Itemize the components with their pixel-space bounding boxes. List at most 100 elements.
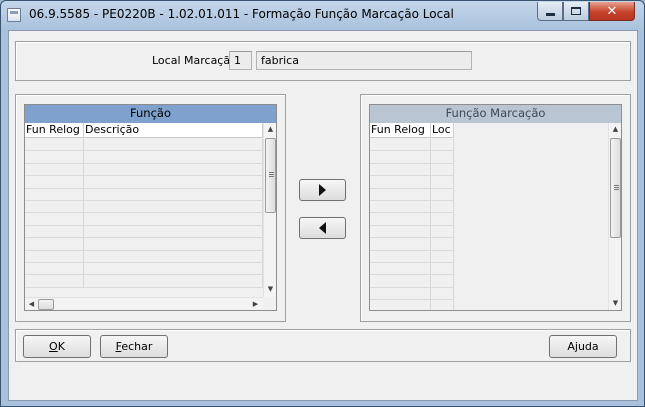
table-cell[interactable] xyxy=(431,250,454,262)
table-cell[interactable] xyxy=(84,176,263,188)
table-cell[interactable] xyxy=(431,188,454,200)
table-cell[interactable] xyxy=(84,213,263,225)
table-cell[interactable] xyxy=(84,200,263,213)
table-cell[interactable] xyxy=(431,287,454,300)
scroll-thumb[interactable] xyxy=(610,138,621,238)
table-cell[interactable] xyxy=(431,176,454,188)
scroll-up-icon[interactable]: ▲ xyxy=(609,123,621,136)
table-row[interactable] xyxy=(370,262,454,276)
table-row[interactable] xyxy=(370,188,454,201)
table-cell[interactable] xyxy=(431,151,454,163)
table-row[interactable] xyxy=(25,151,263,164)
table-row[interactable] xyxy=(25,139,263,152)
table-cell[interactable] xyxy=(84,225,263,238)
table-row[interactable] xyxy=(370,225,454,239)
table-cell[interactable] xyxy=(370,275,431,287)
table-cell[interactable] xyxy=(431,200,454,213)
ok-button[interactable]: OK xyxy=(23,335,91,358)
title-bar[interactable]: 06.9.5585 - PE0220B - 1.02.01.011 - Form… xyxy=(1,1,644,29)
table-row[interactable] xyxy=(370,151,454,164)
column-header-fun-relog[interactable]: Fun Relog xyxy=(25,123,84,138)
funcao-horizontal-scrollbar[interactable]: ◀ ▶ xyxy=(25,297,263,310)
table-cell[interactable] xyxy=(25,262,84,275)
table-cell[interactable] xyxy=(84,139,263,151)
table-cell[interactable] xyxy=(84,250,263,262)
table-cell[interactable] xyxy=(431,238,454,250)
table-cell[interactable] xyxy=(431,275,454,287)
table-row[interactable] xyxy=(25,262,263,276)
minimize-button[interactable] xyxy=(537,2,563,21)
table-cell[interactable] xyxy=(370,225,431,238)
funcao-vertical-scrollbar[interactable]: ▲ ▼ xyxy=(263,123,276,297)
table-cell[interactable] xyxy=(431,300,454,310)
table-cell[interactable] xyxy=(370,163,431,176)
table-cell[interactable] xyxy=(370,287,431,300)
table-cell[interactable] xyxy=(25,238,84,250)
table-row[interactable] xyxy=(370,275,454,288)
table-row[interactable] xyxy=(370,213,454,226)
close-button[interactable]: ✕ xyxy=(589,2,635,21)
table-cell[interactable] xyxy=(25,139,84,151)
table-cell[interactable] xyxy=(431,225,454,238)
table-row[interactable] xyxy=(25,238,263,251)
column-header-loc[interactable]: Loc xyxy=(431,123,454,138)
table-cell[interactable] xyxy=(370,176,431,188)
table-row[interactable] xyxy=(370,300,454,310)
table-row[interactable] xyxy=(25,188,263,201)
table-cell[interactable] xyxy=(84,151,263,163)
local-description-field[interactable]: fabrica xyxy=(256,51,472,70)
table-row[interactable] xyxy=(25,163,263,177)
table-row[interactable] xyxy=(370,250,454,263)
table-cell[interactable] xyxy=(370,188,431,200)
scroll-right-icon[interactable]: ▶ xyxy=(249,298,262,310)
funcao-marcacao-vertical-scrollbar[interactable]: ▲ ▼ xyxy=(608,123,621,310)
table-cell[interactable] xyxy=(25,151,84,163)
column-header-fun-relog[interactable]: Fun Relog xyxy=(370,123,431,138)
table-cell[interactable] xyxy=(25,188,84,200)
table-row[interactable] xyxy=(370,163,454,177)
table-cell[interactable] xyxy=(370,300,431,310)
table-cell[interactable] xyxy=(25,176,84,188)
table-row[interactable] xyxy=(370,238,454,251)
table-cell[interactable] xyxy=(84,262,263,275)
table-cell[interactable] xyxy=(370,200,431,213)
table-row[interactable] xyxy=(25,250,263,263)
local-code-field[interactable]: 1 xyxy=(229,51,252,70)
ajuda-button[interactable]: Ajuda xyxy=(549,335,617,358)
table-cell[interactable] xyxy=(431,139,454,151)
table-row[interactable] xyxy=(370,287,454,301)
table-row[interactable] xyxy=(25,275,263,288)
table-cell[interactable] xyxy=(25,163,84,176)
table-row[interactable] xyxy=(370,139,454,152)
table-cell[interactable] xyxy=(370,139,431,151)
scroll-down-icon[interactable]: ▼ xyxy=(609,297,621,310)
table-cell[interactable] xyxy=(25,225,84,238)
column-header-descricao[interactable]: Descrição xyxy=(84,123,263,138)
window-icon[interactable] xyxy=(7,8,21,22)
table-cell[interactable] xyxy=(25,200,84,213)
table-cell[interactable] xyxy=(370,262,431,275)
funcao-marcacao-grid[interactable]: Função Marcação Fun Relog Loc ▲ ▼ xyxy=(369,104,622,311)
table-cell[interactable] xyxy=(84,275,263,287)
scroll-thumb[interactable] xyxy=(38,299,54,310)
maximize-button[interactable] xyxy=(563,2,589,21)
remove-funcao-button[interactable] xyxy=(299,217,346,239)
table-cell[interactable] xyxy=(431,213,454,225)
table-row[interactable] xyxy=(25,225,263,239)
table-cell[interactable] xyxy=(370,250,431,262)
table-row[interactable] xyxy=(25,213,263,226)
fechar-button[interactable]: Fechar xyxy=(100,335,168,358)
table-cell[interactable] xyxy=(431,262,454,275)
table-row[interactable] xyxy=(370,176,454,189)
table-cell[interactable] xyxy=(25,275,84,287)
table-row[interactable] xyxy=(370,200,454,214)
table-cell[interactable] xyxy=(25,250,84,262)
table-cell[interactable] xyxy=(370,151,431,163)
scroll-down-icon[interactable]: ▼ xyxy=(264,283,276,296)
table-cell[interactable] xyxy=(370,213,431,225)
scroll-up-icon[interactable]: ▲ xyxy=(264,123,276,136)
table-cell[interactable] xyxy=(370,238,431,250)
add-funcao-button[interactable] xyxy=(299,179,346,201)
table-cell[interactable] xyxy=(84,238,263,250)
table-cell[interactable] xyxy=(84,188,263,200)
